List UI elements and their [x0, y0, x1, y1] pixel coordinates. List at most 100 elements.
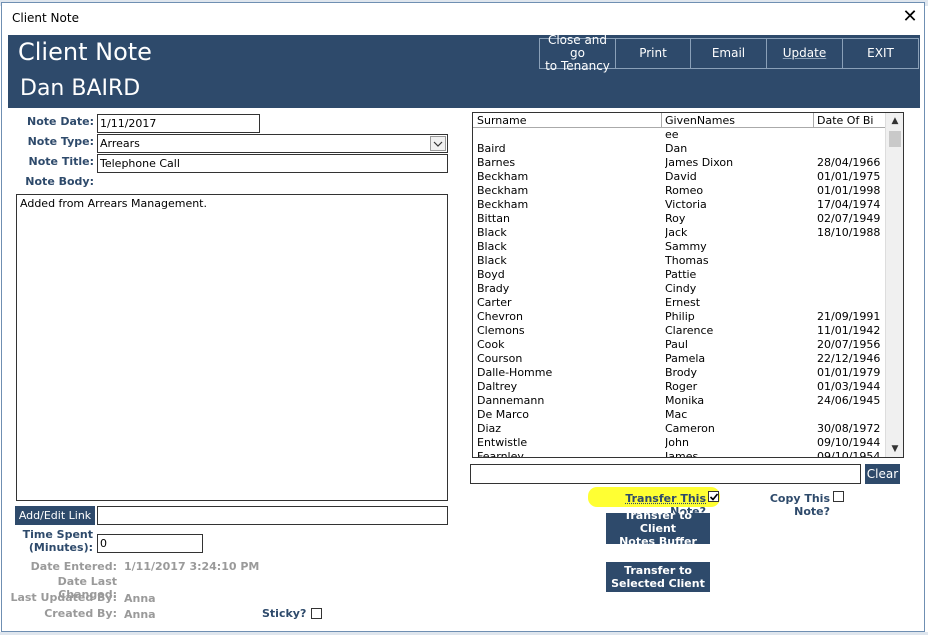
- vertical-scrollbar[interactable]: ▲ ▼: [885, 113, 903, 457]
- table-row[interactable]: Carter Ernest: [473, 296, 885, 310]
- surname-cell: Bittan: [477, 212, 510, 225]
- surname-cell: Boyd: [477, 268, 505, 281]
- table-row[interactable]: Clemons Clarence 11/01/1942: [473, 324, 885, 338]
- close-tenancy-label-2: to Tenancy: [545, 59, 610, 73]
- exit-button[interactable]: EXIT: [842, 38, 919, 69]
- note-body-textarea[interactable]: Added from Arrears Management.: [16, 194, 448, 501]
- table-row[interactable]: Beckham Romeo 01/01/1998: [473, 184, 885, 198]
- sticky-checkbox[interactable]: [311, 608, 322, 619]
- column-given-names[interactable]: GivenNames: [665, 114, 805, 127]
- clear-button[interactable]: Clear: [865, 464, 900, 484]
- last-updated-by-label: Last Updated By:: [10, 591, 117, 604]
- date-of-birth-cell: 28/04/1966: [817, 156, 881, 169]
- table-row[interactable]: Black Jack 18/10/1988: [473, 226, 885, 240]
- table-row[interactable]: Cook Paul 20/07/1956: [473, 338, 885, 352]
- table-row[interactable]: Chevron Philip 21/09/1991: [473, 310, 885, 324]
- time-spent-label-1: Time Spent: [22, 528, 93, 541]
- time-spent-field[interactable]: 0: [97, 534, 203, 553]
- transfer-selected-label-1: Transfer to: [624, 564, 692, 577]
- surname-cell: Dannemann: [477, 394, 545, 407]
- date-of-birth-cell: 22/12/1946: [817, 352, 881, 365]
- table-row[interactable]: De Marco Mac: [473, 408, 885, 422]
- given-names-cell: Sammy: [665, 240, 707, 253]
- given-names-cell: ee: [665, 128, 679, 141]
- given-names-cell: Clarence: [665, 324, 714, 337]
- surname-cell: Carter: [477, 296, 512, 309]
- table-row[interactable]: Courson Pamela 22/12/1946: [473, 352, 885, 366]
- surname-cell: Baird: [477, 142, 506, 155]
- table-row[interactable]: Beckham Victoria 17/04/1974: [473, 198, 885, 212]
- scroll-down-icon[interactable]: ▼: [886, 441, 903, 457]
- table-row[interactable]: Boyd Pattie: [473, 268, 885, 282]
- surname-cell: Barnes: [477, 156, 516, 169]
- date-of-birth-cell: 17/04/1974: [817, 198, 881, 211]
- given-names-cell: Pamela: [665, 352, 706, 365]
- table-row[interactable]: Bittan Roy 02/07/1949: [473, 212, 885, 226]
- surname-cell: Courson: [477, 352, 523, 365]
- table-row[interactable]: Baird Dan: [473, 142, 885, 156]
- note-type-select[interactable]: Arrears: [97, 134, 448, 153]
- transfer-this-note-checkbox[interactable]: [708, 491, 719, 502]
- scroll-thumb[interactable]: [889, 131, 901, 147]
- table-row[interactable]: Daltrey Roger 01/03/1944: [473, 380, 885, 394]
- date-of-birth-cell: 01/01/1998: [817, 184, 881, 197]
- table-row[interactable]: Diaz Cameron 30/08/1972: [473, 422, 885, 436]
- copy-this-note-label: Copy This Note?: [769, 492, 830, 518]
- date-of-birth-cell: 18/10/1988: [817, 226, 881, 239]
- given-names-cell: David: [665, 170, 697, 183]
- given-names-cell: Roy: [665, 212, 686, 225]
- given-names-cell: Jack: [665, 226, 688, 239]
- surname-cell: Clemons: [477, 324, 525, 337]
- chevron-down-icon[interactable]: [430, 136, 446, 151]
- date-of-birth-cell: 24/06/1945: [817, 394, 881, 407]
- link-field[interactable]: [97, 506, 448, 525]
- note-type-label: Note Type:: [27, 135, 94, 148]
- table-row[interactable]: Barnes James Dixon 28/04/1966: [473, 156, 885, 170]
- table-row[interactable]: Dannemann Monika 24/06/1945: [473, 394, 885, 408]
- client-search-input[interactable]: [470, 464, 861, 484]
- client-list[interactable]: Surname GivenNames Date Of Bi ee Baird Dan…: [472, 112, 904, 458]
- close-icon[interactable]: ✕: [900, 6, 920, 28]
- surname-cell: Beckham: [477, 184, 529, 197]
- date-of-birth-cell: 21/09/1991: [817, 310, 881, 323]
- given-names-cell: Cameron: [665, 422, 715, 435]
- surname-cell: Diaz: [477, 422, 502, 435]
- note-title-field[interactable]: Telephone Call: [97, 154, 448, 173]
- client-list-rows: ee Baird Dan Barnes James Dixon 28/04/1966 Bec…: [473, 128, 885, 458]
- table-row[interactable]: ee: [473, 128, 885, 142]
- note-title-label: Note Title:: [28, 155, 94, 168]
- given-names-cell: Philip: [665, 310, 695, 323]
- scroll-up-icon[interactable]: ▲: [886, 113, 903, 129]
- client-name: Dan BAIRD: [20, 76, 141, 101]
- note-body-label: Note Body:: [25, 175, 94, 188]
- email-button[interactable]: Email: [690, 38, 767, 69]
- table-row[interactable]: Beckham David 01/01/1975: [473, 170, 885, 184]
- transfer-to-client-notes-buffer-button[interactable]: Transfer to Client Notes Buffer: [606, 509, 710, 548]
- table-row[interactable]: Black Thomas: [473, 254, 885, 268]
- given-names-cell: James: [665, 450, 699, 458]
- table-row[interactable]: Dalle-Homme Brody 01/01/1979: [473, 366, 885, 380]
- given-names-cell: James Dixon: [665, 156, 734, 169]
- created-by-label: Created By:: [44, 607, 117, 620]
- surname-cell: Cook: [477, 338, 505, 351]
- add-edit-link-button[interactable]: Add/Edit Link: [15, 506, 95, 525]
- copy-this-note-checkbox[interactable]: [833, 491, 844, 502]
- table-row[interactable]: Fearnley James 09/10/1954: [473, 450, 885, 458]
- transfer-buffer-label-1: Transfer to Client: [624, 509, 692, 535]
- surname-cell: Chevron: [477, 310, 523, 323]
- surname-cell: De Marco: [477, 408, 530, 421]
- table-row[interactable]: Brady Cindy: [473, 282, 885, 296]
- column-date-of-birth[interactable]: Date Of Bi: [817, 114, 883, 127]
- close-and-go-to-tenancy-button[interactable]: Close and go to Tenancy: [539, 34, 616, 73]
- date-entered-value: 1/11/2017 3:24:10 PM: [124, 560, 260, 573]
- client-list-header: Surname GivenNames Date Of Bi: [473, 113, 885, 128]
- print-button[interactable]: Print: [615, 38, 691, 69]
- table-row[interactable]: Black Sammy: [473, 240, 885, 254]
- table-row[interactable]: Entwistle John 09/10/1944: [473, 436, 885, 450]
- given-names-cell: Cindy: [665, 282, 697, 295]
- note-date-field[interactable]: 1/11/2017: [97, 114, 260, 133]
- column-surname[interactable]: Surname: [477, 114, 637, 127]
- transfer-to-selected-client-button[interactable]: Transfer to Selected Client: [606, 562, 710, 592]
- update-button[interactable]: Update: [766, 38, 843, 69]
- given-names-cell: Ernest: [665, 296, 701, 309]
